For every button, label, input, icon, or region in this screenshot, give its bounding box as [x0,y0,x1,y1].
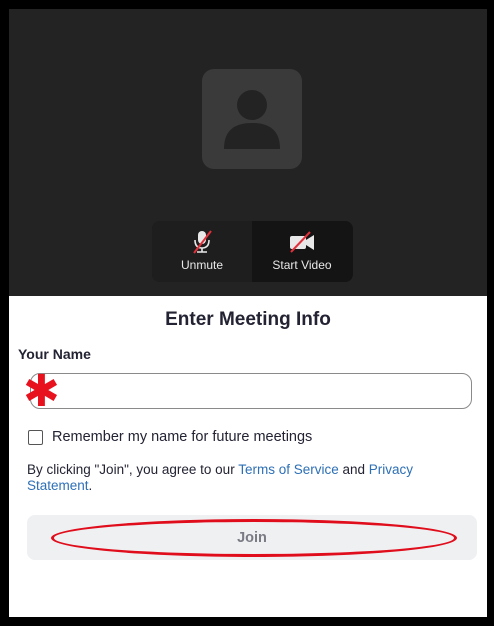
name-label: Your Name [18,346,91,362]
remember-checkbox[interactable] [28,429,43,445]
start-video-button[interactable]: Start Video [252,221,352,282]
video-off-icon [290,231,314,253]
name-input[interactable] [30,373,472,409]
page-title: Enter Meeting Info [165,309,331,330]
media-controls: Unmute Start Video [152,221,353,282]
join-button-container: Join [27,515,477,560]
remember-label: Remember my name for future meetings [52,429,313,445]
required-marker: ✱ [23,367,60,416]
terms-mid: and [338,462,369,477]
meeting-join-window: Unmute Start Video Enter Meeting Info Yo… [9,9,487,617]
unmute-button[interactable]: Unmute [152,221,252,282]
person-icon [224,90,280,149]
mic-muted-icon [193,230,212,254]
avatar [202,69,302,169]
terms-of-service-link[interactable]: Terms of Service [238,462,339,477]
start-video-label: Start Video [272,258,332,272]
join-button[interactable]: Join [27,515,477,560]
unmute-label: Unmute [180,258,224,272]
video-preview: Unmute Start Video [9,9,487,296]
terms-suffix: . [88,478,93,493]
remember-name-option[interactable]: Remember my name for future meetings [28,429,312,445]
terms-notice: By clicking "Join", you agree to our Ter… [27,462,467,494]
terms-prefix: By clicking "Join", you agree to our [27,462,239,477]
